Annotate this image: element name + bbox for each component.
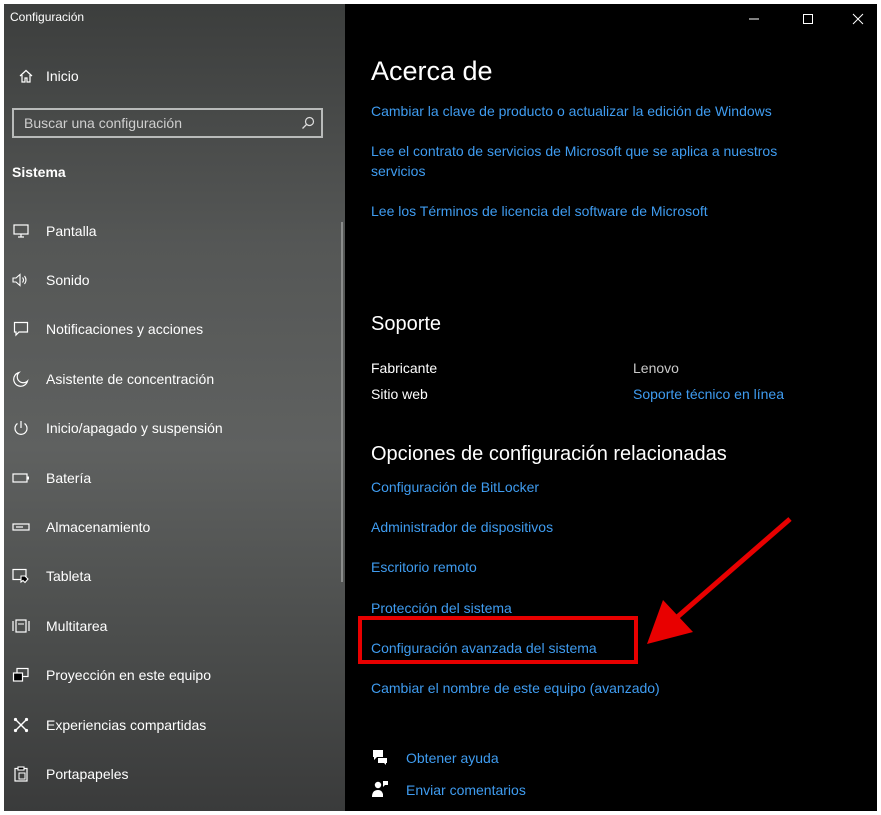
close-icon[interactable] (835, 4, 877, 34)
search-input[interactable] (14, 114, 295, 132)
clipboard-icon (11, 766, 31, 782)
rename-pc-link[interactable]: Cambiar el nombre de este equipo (avanza… (371, 678, 831, 698)
page-title: Acerca de (371, 56, 493, 86)
sidebar-item-label: Pantalla (46, 222, 97, 239)
website-label: Sitio web (371, 386, 428, 402)
sidebar-item-almacenamiento[interactable]: Almacenamiento (4, 502, 345, 551)
red-arrow-annotation (647, 517, 792, 644)
sidebar-home[interactable]: Inicio (12, 64, 79, 88)
sidebar-item-proyeccion[interactable]: Proyección en este equipo (4, 651, 345, 700)
sidebar-item-label: Portapapeles (46, 765, 129, 782)
sidebar-item-inicio-apagado[interactable]: Inicio/apagado y suspensión (4, 404, 345, 453)
moon-icon (11, 371, 31, 387)
sidebar-item-multitarea[interactable]: Multitarea (4, 601, 345, 650)
sidebar-scrollbar[interactable] (341, 222, 343, 582)
sidebar-item-label: Asistente de concentración (46, 370, 215, 387)
monitor-icon (11, 224, 31, 238)
sidebar-item-label: Multitarea (46, 617, 108, 634)
sidebar-item-portapapeles[interactable]: Portapapeles (4, 749, 345, 798)
sidebar-item-experiencias-compartidas[interactable]: Experiencias compartidas (4, 700, 345, 749)
highlight-box (358, 616, 638, 664)
feedback-icon (372, 781, 388, 797)
manufacturer-label: Fabricante (371, 360, 438, 376)
battery-icon (11, 473, 31, 483)
sidebar-item-notificaciones[interactable]: Notificaciones y acciones (4, 305, 345, 354)
send-feedback-link[interactable]: Enviar comentarios (406, 780, 606, 800)
speaker-icon (11, 273, 31, 287)
window-title: Configuración (10, 10, 85, 24)
license-terms-link[interactable]: Lee los Términos de licencia del softwar… (371, 201, 831, 221)
sidebar-item-bateria[interactable]: Batería (4, 453, 345, 502)
tablet-icon (11, 568, 31, 584)
settings-window: Configuración Inicio Sistema Pantalla So… (4, 4, 877, 811)
minimize-icon[interactable] (731, 4, 777, 34)
sidebar-nav: Pantalla Sonido Notificaciones y accione… (4, 206, 345, 799)
sidebar-item-label: Almacenamiento (46, 519, 151, 536)
search-icon[interactable] (295, 116, 321, 130)
sidebar: Configuración Inicio Sistema Pantalla So… (4, 4, 345, 811)
sidebar-item-label: Tableta (46, 568, 92, 585)
section-title: Sistema (12, 164, 66, 180)
sidebar-item-label: Inicio/apagado y suspensión (46, 420, 223, 437)
change-product-key-link[interactable]: Cambiar la clave de producto o actualiza… (371, 101, 831, 121)
sidebar-item-label: Proyección en este equipo (46, 667, 211, 684)
website-link[interactable]: Soporte técnico en línea (633, 384, 853, 404)
related-settings-heading: Opciones de configuración relacionadas (371, 443, 727, 465)
main-content: Acerca de Cambiar la clave de producto o… (345, 4, 877, 811)
projection-icon (11, 667, 31, 683)
storage-icon (11, 522, 31, 532)
notification-icon (11, 321, 31, 337)
home-icon (12, 68, 40, 84)
sidebar-item-asistente-concentracion[interactable]: Asistente de concentración (4, 354, 345, 403)
bitlocker-link[interactable]: Configuración de BitLocker (371, 477, 831, 497)
search-box[interactable] (12, 108, 323, 138)
sidebar-item-label: Experiencias compartidas (46, 716, 207, 733)
power-icon (11, 420, 31, 436)
sidebar-item-label: Notificaciones y acciones (46, 321, 204, 338)
support-heading: Soporte (371, 313, 442, 335)
maximize-icon[interactable] (785, 4, 831, 34)
shared-experiences-icon (11, 717, 31, 733)
service-agreement-link[interactable]: Lee el contrato de servicios de Microsof… (371, 141, 831, 181)
get-help-link[interactable]: Obtener ayuda (406, 748, 606, 768)
sidebar-item-tableta[interactable]: Tableta (4, 552, 345, 601)
home-label: Inicio (46, 68, 79, 84)
multitask-icon (11, 618, 31, 634)
sidebar-item-label: Sonido (46, 272, 90, 289)
sidebar-item-sonido[interactable]: Sonido (4, 255, 345, 304)
sidebar-item-label: Batería (46, 469, 92, 486)
get-help-icon (373, 750, 387, 765)
sidebar-item-pantalla[interactable]: Pantalla (4, 206, 345, 255)
manufacturer-value: Lenovo (633, 360, 679, 376)
